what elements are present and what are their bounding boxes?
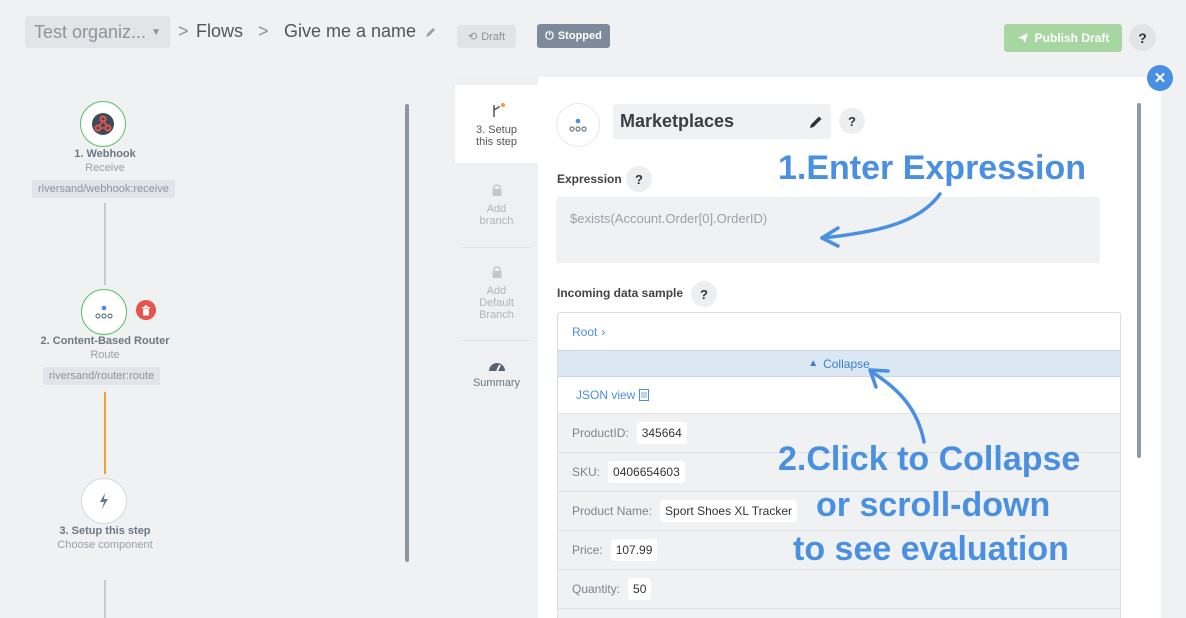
panel-resize-handle[interactable] bbox=[405, 104, 409, 562]
breadcrumb-flows-link[interactable]: Flows bbox=[196, 21, 243, 42]
collapse-label: Collapse bbox=[823, 356, 870, 371]
dashboard-icon bbox=[488, 363, 505, 372]
lightning-icon bbox=[100, 493, 108, 509]
tab-setup-step-label: 3. Setup this step bbox=[476, 124, 517, 148]
branch-icon bbox=[492, 103, 505, 117]
tab-add-branch[interactable]: Add branch bbox=[455, 183, 538, 243]
root-link[interactable]: Root bbox=[572, 325, 597, 339]
tab-add-default-branch-label: Add Default Branch bbox=[479, 285, 514, 321]
breadcrumb-separator-icon: > bbox=[178, 21, 189, 41]
tab-add-branch-label: Add branch bbox=[479, 203, 514, 227]
annotation-scroll-down: or scroll-down bbox=[816, 486, 1051, 524]
tab-summary-label: Summary bbox=[472, 377, 521, 389]
annotation-enter-expression: 1.Enter Expression bbox=[778, 149, 1087, 187]
router-icon bbox=[569, 118, 587, 132]
json-view-link[interactable]: JSON view bbox=[558, 377, 1120, 414]
step-name-value: Marketplaces bbox=[620, 111, 735, 131]
chevron-right-icon: › bbox=[601, 324, 606, 339]
tab-setup-step[interactable]: 3. Setup this step bbox=[455, 85, 538, 163]
send-icon bbox=[1017, 33, 1028, 43]
webhook-icon bbox=[92, 113, 114, 135]
step-1-title: 1. Webhook bbox=[74, 148, 136, 160]
lock-icon bbox=[492, 184, 501, 196]
step-3-title: 3. Setup this step bbox=[59, 525, 151, 537]
step-2-tag: riversand/router:route bbox=[43, 367, 161, 385]
step-2-subtitle: Route bbox=[90, 349, 120, 361]
tab-summary[interactable]: Summary bbox=[455, 359, 538, 399]
expression-label: Expression bbox=[557, 172, 622, 186]
data-value[interactable]: 0406654603 bbox=[608, 461, 685, 483]
data-key: Product Name: bbox=[572, 504, 653, 518]
router-step-node[interactable] bbox=[81, 289, 127, 335]
webhook-step-node[interactable] bbox=[80, 101, 126, 147]
power-icon: ⏻ bbox=[545, 29, 554, 42]
trash-icon bbox=[142, 305, 150, 315]
data-key: ProductID: bbox=[572, 426, 629, 440]
history-icon: ⟲ bbox=[467, 31, 478, 43]
data-key: Price: bbox=[572, 543, 603, 557]
annotation-click-collapse: 2.Click to Collapse bbox=[778, 440, 1081, 478]
data-key: Quantity: bbox=[572, 582, 621, 596]
step-1-tag: riversand/webhook:receive bbox=[32, 180, 175, 198]
draft-label: Draft bbox=[481, 30, 506, 43]
stopped-badge[interactable]: ⏻ Stopped bbox=[537, 24, 610, 48]
document-icon bbox=[639, 389, 650, 401]
organization-select-value: Test organiz... bbox=[34, 21, 147, 42]
step-name-field[interactable]: Marketplaces bbox=[613, 104, 831, 139]
connector-line bbox=[104, 203, 106, 285]
close-icon: ✕ bbox=[1153, 70, 1167, 87]
publish-draft-label: Publish Draft bbox=[1034, 31, 1110, 45]
edit-name-icon[interactable] bbox=[424, 25, 438, 39]
data-value[interactable]: 107.99 bbox=[610, 539, 658, 561]
organization-select[interactable]: Test organiz... ▼ bbox=[25, 16, 170, 48]
help-icon[interactable]: ? bbox=[691, 281, 717, 307]
draft-badge[interactable]: ⟲ Draft bbox=[457, 25, 516, 48]
data-row bbox=[558, 609, 1120, 618]
connector-line bbox=[104, 392, 106, 474]
publish-draft-button[interactable]: Publish Draft bbox=[1004, 24, 1122, 52]
collapse-button[interactable]: ▲ Collapse bbox=[558, 350, 1120, 377]
tab-divider bbox=[461, 340, 532, 341]
data-row: Quantity: 50 bbox=[558, 570, 1120, 609]
panel-tabs: 3. Setup this step Add branch Add Defaul… bbox=[455, 77, 538, 618]
stopped-label: Stopped bbox=[557, 30, 602, 42]
tab-divider bbox=[461, 247, 532, 248]
json-view-label: JSON view bbox=[576, 388, 636, 402]
lock-icon bbox=[492, 266, 501, 278]
data-key: SKU: bbox=[572, 465, 601, 479]
data-value[interactable]: 345664 bbox=[636, 422, 687, 444]
help-icon[interactable]: ? bbox=[839, 108, 865, 134]
component-icon bbox=[556, 103, 600, 147]
chevron-up-icon: ▲ bbox=[808, 358, 819, 369]
panel-scrollbar[interactable] bbox=[1137, 103, 1141, 458]
connector-line bbox=[104, 580, 106, 618]
delete-step-button[interactable] bbox=[136, 300, 156, 320]
step-3-subtitle: Choose component bbox=[57, 539, 153, 551]
tab-add-default-branch[interactable]: Add Default Branch bbox=[455, 265, 538, 325]
setup-step-node[interactable] bbox=[81, 478, 127, 524]
expression-input[interactable]: $exists(Account.Order[0].OrderID) bbox=[556, 197, 1100, 263]
chevron-down-icon: ▼ bbox=[151, 26, 161, 38]
edit-icon[interactable] bbox=[808, 114, 824, 130]
help-icon[interactable]: ? bbox=[626, 166, 652, 192]
close-panel-button[interactable]: ✕ bbox=[1147, 65, 1173, 91]
step-1-subtitle: Receive bbox=[85, 162, 125, 174]
step-2-title: 2. Content-Based Router bbox=[40, 335, 170, 347]
data-value[interactable]: 50 bbox=[628, 578, 652, 600]
annotation-see-evaluation: to see evaluation bbox=[793, 530, 1069, 568]
root-breadcrumb[interactable]: Root › bbox=[558, 313, 1120, 350]
help-button[interactable]: ? bbox=[1129, 24, 1156, 51]
router-icon bbox=[95, 305, 113, 319]
incoming-data-label: Incoming data sample bbox=[557, 286, 684, 300]
data-value[interactable]: Sport Shoes XL Tracker bbox=[660, 500, 797, 522]
flow-name-title[interactable]: Give me a name bbox=[284, 21, 416, 42]
breadcrumb-separator-icon: > bbox=[258, 21, 269, 41]
